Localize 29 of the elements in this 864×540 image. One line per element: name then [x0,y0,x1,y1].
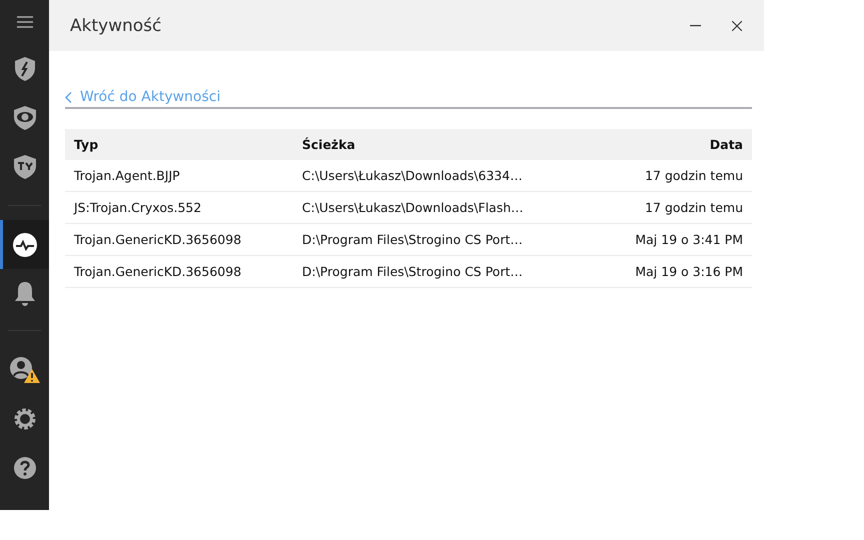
settings-icon[interactable] [12,406,36,430]
shield-icon[interactable] [14,56,36,82]
eye-shield-icon[interactable] [12,104,36,130]
table-cell: D:\Program Files\Strogino CS Port… [293,224,551,256]
table-cell: C:\Users\Łukasz\Downloads\Flash… [293,192,551,224]
table-cell: Trojan.GenericKD.3656098 [65,224,293,256]
column-header[interactable]: Typ [65,129,293,160]
column-header[interactable]: Ścieżka [293,129,551,160]
sidebar-item[interactable] [0,220,49,269]
close-icon [732,20,742,30]
table-cell: C:\Users\Łukasz\Downloads\6334… [293,160,551,192]
table-cell: 17 godzin temu [551,160,752,192]
table-cell: Maj 19 o 3:41 PM [551,224,752,256]
tv-shield-icon[interactable] [12,154,36,180]
chevron-left-icon [65,92,72,102]
table-cell: 17 godzin temu [551,192,752,224]
table-cell: JS:Trojan.Cryxos.552 [65,192,293,224]
table-cell: D:\Program Files\Strogino CS Port… [293,256,551,288]
window-title: Aktywność [70,16,162,36]
column-header[interactable]: Data [551,129,752,160]
table-cell: Trojan.GenericKD.3656098 [65,256,293,288]
help-icon[interactable] [12,456,36,480]
bell-icon[interactable] [12,280,36,306]
minimize-icon [690,24,700,26]
activity-icon[interactable] [12,232,38,258]
table-cell: Maj 19 o 3:16 PM [551,256,752,288]
table-cell: Trojan.Agent.BJJP [65,160,293,192]
user-warning-icon[interactable] [8,356,40,384]
menu-icon[interactable] [16,16,32,28]
